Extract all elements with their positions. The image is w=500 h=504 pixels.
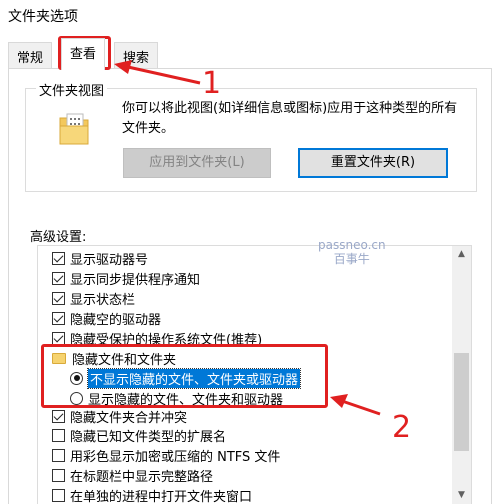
annotation-number-2: 2 [392, 410, 412, 445]
tab-view[interactable]: 查看 [61, 38, 106, 70]
arrow-head-icon [114, 60, 132, 74]
annotation-number-1: 1 [202, 66, 222, 101]
annotation-arrows [114, 60, 381, 416]
